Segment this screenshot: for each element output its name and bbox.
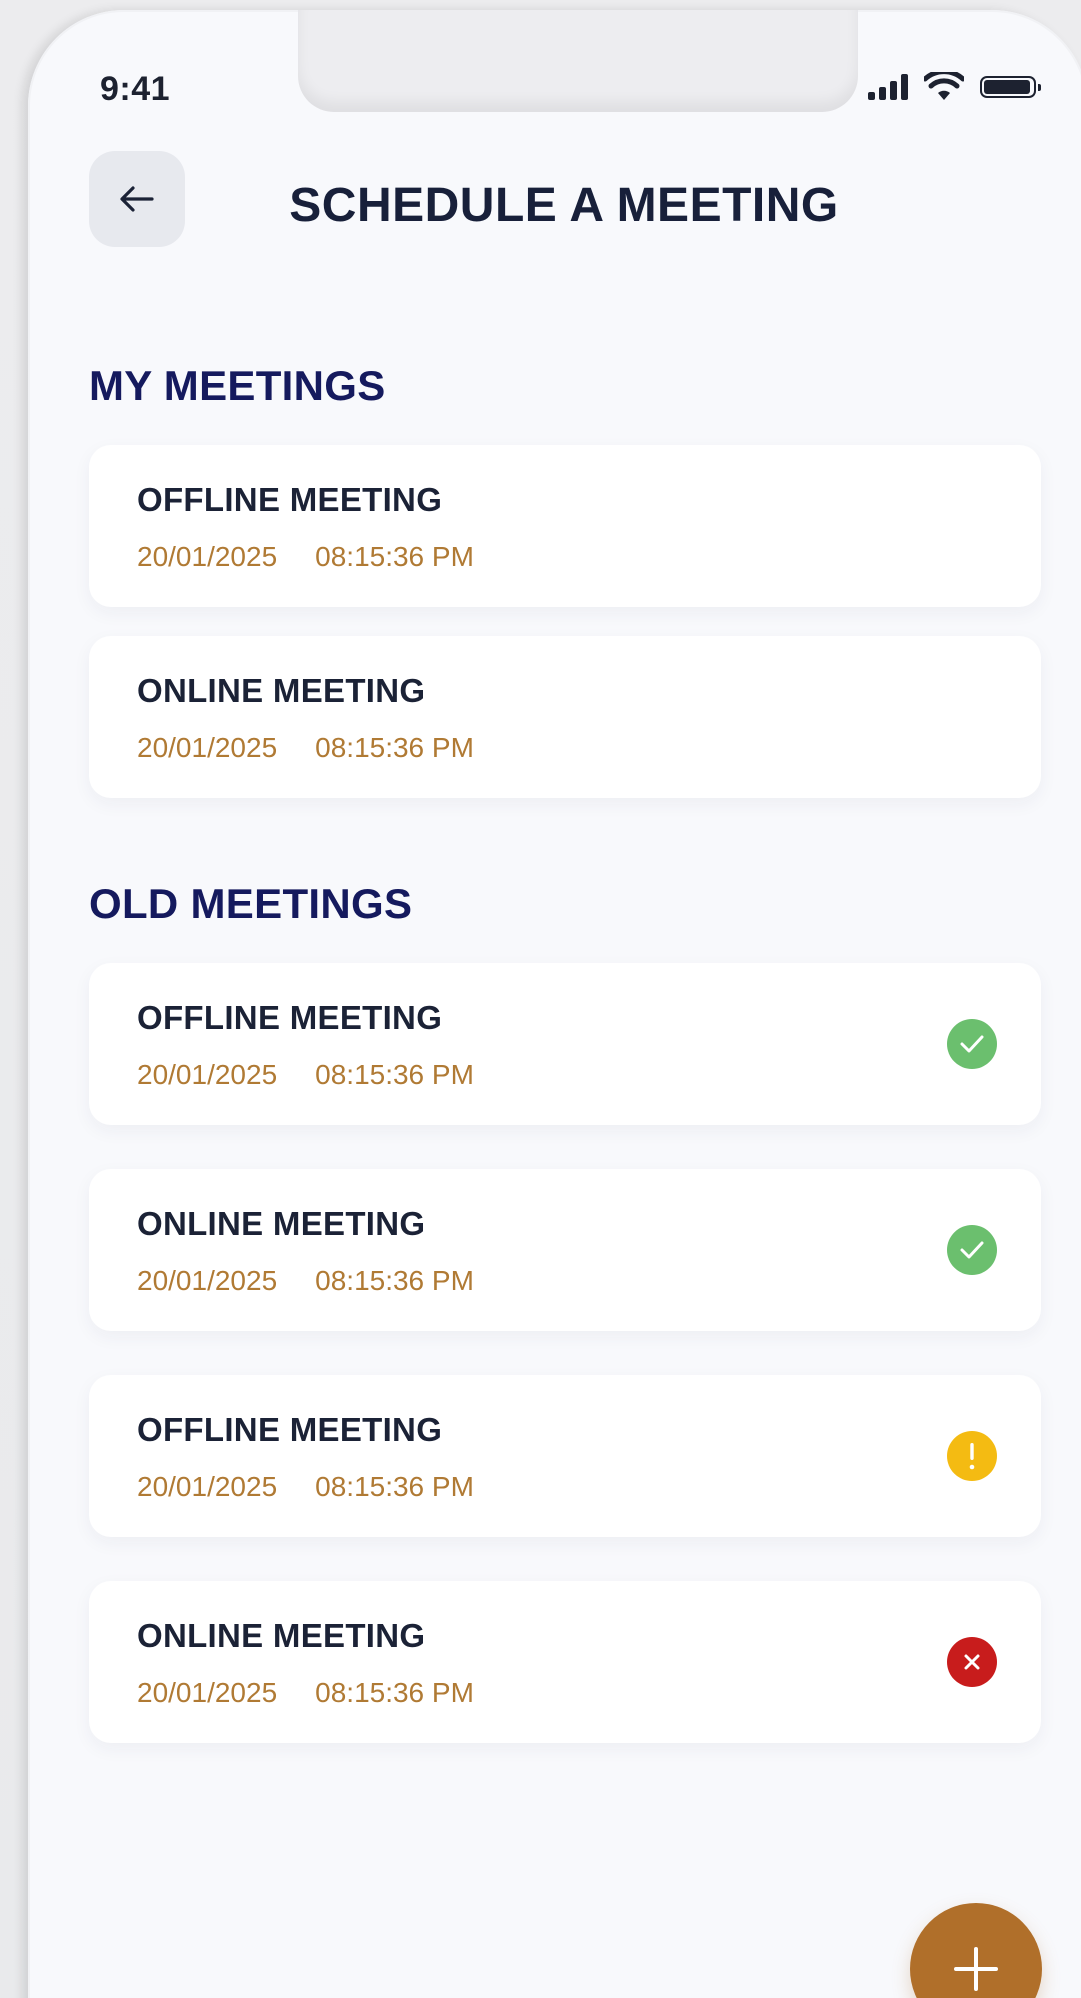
- meeting-time: 08:15:36 PM: [315, 1265, 474, 1296]
- meeting-title: OFFLINE MEETING: [137, 1411, 443, 1448]
- meeting-title: ONLINE MEETING: [137, 1617, 426, 1654]
- status-time: 9:41: [100, 70, 171, 108]
- old-meeting-card-1[interactable]: OFFLINE MEETING 20/01/2025 08:15:36 PM: [89, 963, 1041, 1125]
- meeting-date: 20/01/2025: [137, 1471, 278, 1502]
- status-icons: [868, 72, 1041, 102]
- meeting-time: 08:15:36 PM: [315, 1677, 474, 1708]
- old-meeting-card-3[interactable]: OFFLINE MEETING 20/01/2025 08:15:36 PM: [89, 1375, 1041, 1537]
- meeting-time: 08:15:36 PM: [315, 1059, 474, 1090]
- check-circle-icon: [947, 1225, 997, 1275]
- meeting-meta: 20/01/2025 08:15:36 PM: [137, 1677, 474, 1709]
- battery-icon: [980, 76, 1041, 98]
- meeting-title: ONLINE MEETING: [137, 1205, 426, 1242]
- screen: 9:41 SCHEDULE A MEETING MY MEETINGS OFFL…: [0, 0, 1081, 1998]
- meeting-title: OFFLINE MEETING: [137, 999, 443, 1036]
- meeting-date: 20/01/2025: [137, 732, 278, 763]
- x-circle-icon: [947, 1637, 997, 1687]
- meeting-time: 08:15:36 PM: [315, 1471, 474, 1502]
- meeting-meta: 20/01/2025 08:15:36 PM: [137, 732, 474, 764]
- check-circle-icon: [947, 1019, 997, 1069]
- meeting-meta: 20/01/2025 08:15:36 PM: [137, 1059, 474, 1091]
- meeting-date: 20/01/2025: [137, 1059, 278, 1090]
- page-title: SCHEDULE A MEETING: [289, 179, 839, 232]
- meeting-meta: 20/01/2025 08:15:36 PM: [137, 1471, 474, 1503]
- signal-icon: [868, 74, 908, 100]
- device-notch: [298, 10, 858, 112]
- meeting-meta: 20/01/2025 08:15:36 PM: [137, 541, 474, 573]
- my-meeting-card-online[interactable]: ONLINE MEETING 20/01/2025 08:15:36 PM: [89, 636, 1041, 798]
- plus-icon: [954, 1947, 998, 1991]
- meeting-title: OFFLINE MEETING: [137, 481, 443, 518]
- wifi-icon: [924, 72, 964, 100]
- meeting-title: ONLINE MEETING: [137, 672, 426, 709]
- old-meetings-heading: OLD MEETINGS: [89, 880, 413, 927]
- my-meeting-card-offline[interactable]: OFFLINE MEETING 20/01/2025 08:15:36 PM: [89, 445, 1041, 607]
- meeting-time: 08:15:36 PM: [315, 541, 474, 572]
- meeting-date: 20/01/2025: [137, 1677, 278, 1708]
- exclamation-circle-icon: [947, 1431, 997, 1481]
- meeting-date: 20/01/2025: [137, 1265, 278, 1296]
- old-meeting-card-4[interactable]: ONLINE MEETING 20/01/2025 08:15:36 PM: [89, 1581, 1041, 1743]
- phone-frame: 9:41 SCHEDULE A MEETING MY MEETINGS OFFL…: [28, 10, 1081, 1998]
- old-meeting-card-2[interactable]: ONLINE MEETING 20/01/2025 08:15:36 PM: [89, 1169, 1041, 1331]
- meeting-date: 20/01/2025: [137, 541, 278, 572]
- meeting-time: 08:15:36 PM: [315, 732, 474, 763]
- my-meetings-heading: MY MEETINGS: [89, 362, 386, 409]
- meeting-meta: 20/01/2025 08:15:36 PM: [137, 1265, 474, 1297]
